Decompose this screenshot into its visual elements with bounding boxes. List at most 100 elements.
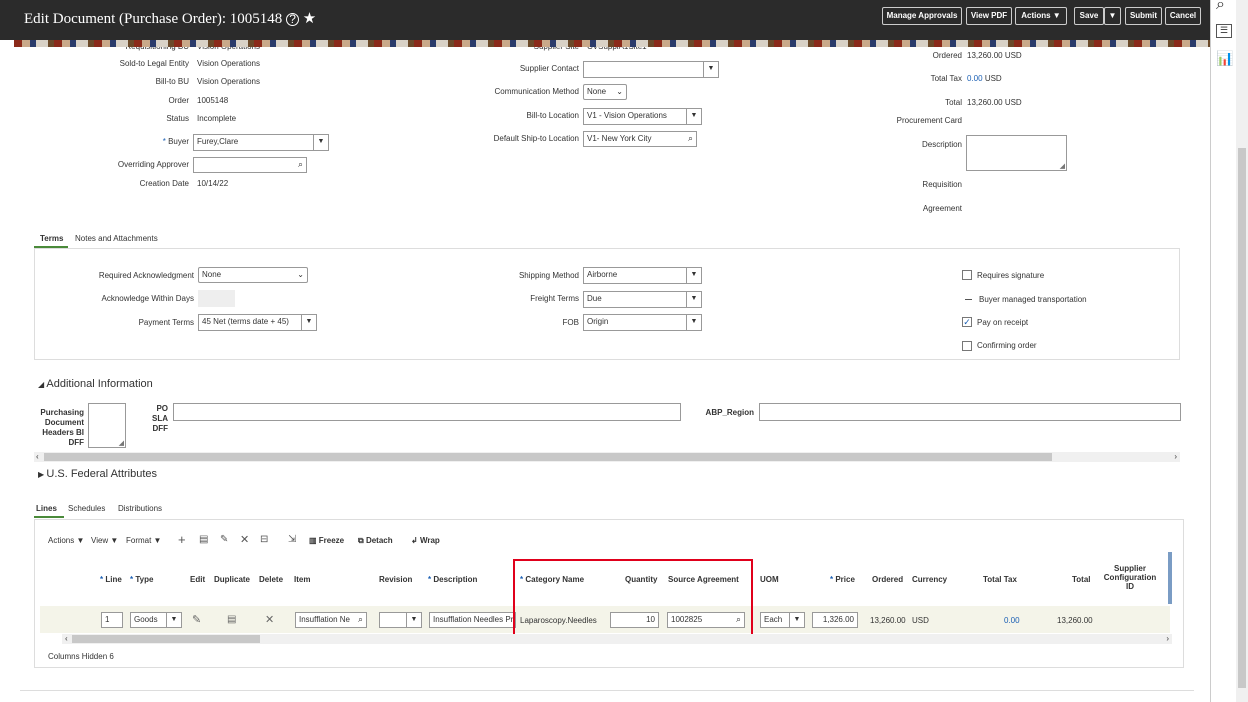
page-scrollbar[interactable] [1236, 0, 1248, 702]
payment-terms-input[interactable]: 45 Net (terms date + 45) ▼ [198, 314, 317, 331]
col-total[interactable]: Total [1072, 575, 1091, 584]
item-input[interactable]: Insufflation Ne ⌕ [295, 612, 367, 628]
chevron-down-icon[interactable]: ▼ [406, 613, 421, 627]
duplicate-icon[interactable]: ▤ [227, 614, 236, 625]
detach-button[interactable]: ⧉ Detach [358, 536, 393, 546]
abp-region-input[interactable] [759, 403, 1181, 421]
col-description[interactable]: * Description [428, 575, 477, 584]
scrollbar-thumb[interactable] [72, 635, 260, 643]
delete-x-icon[interactable]: ✕ [265, 613, 274, 626]
price-input[interactable]: 1,326.00 [812, 612, 858, 628]
scroll-right-icon[interactable]: › [1166, 634, 1169, 644]
tab-schedules[interactable]: Schedules [68, 504, 105, 513]
chevron-down-icon[interactable]: ▼ [313, 135, 328, 150]
col-line[interactable]: * Line [100, 575, 122, 584]
tab-lines[interactable]: Lines [36, 504, 57, 513]
search-icon[interactable]: ⌕ [688, 132, 693, 145]
uom-input[interactable]: Each ▼ [760, 612, 805, 628]
save-button[interactable]: Save [1074, 7, 1104, 25]
col-ordered[interactable]: Ordered [872, 575, 903, 584]
lines-actions-menu[interactable]: Actions ▼ [48, 536, 84, 545]
ack-days-input[interactable] [198, 290, 235, 307]
chevron-down-icon[interactable]: ▼ [703, 62, 718, 77]
manage-approvals-button[interactable]: Manage Approvals [882, 7, 962, 25]
table-horizontal-scrollbar[interactable]: ‹ › [62, 634, 1172, 644]
submit-button[interactable]: Submit [1125, 7, 1162, 25]
description-textarea[interactable]: ◢ [966, 135, 1067, 171]
tab-terms[interactable]: Terms [40, 234, 63, 243]
columns-icon[interactable]: ⊟ [260, 534, 268, 545]
wrap-button[interactable]: ↲ Wrap [411, 536, 440, 545]
export-icon[interactable]: ⇲ [288, 534, 296, 545]
chevron-down-icon[interactable]: ▼ [166, 613, 181, 627]
line-number-input[interactable]: 1 [101, 612, 123, 628]
save-dropdown-button[interactable]: ▼ [1104, 7, 1121, 25]
chevron-down-icon[interactable]: ▼ [686, 268, 701, 283]
supplier-contact-input[interactable]: ▼ [583, 61, 719, 78]
confirming-order-checkbox[interactable] [962, 341, 972, 351]
col-currency[interactable]: Currency [912, 575, 947, 584]
requires-signature-checkbox[interactable] [962, 270, 972, 280]
col-price[interactable]: * Price [830, 575, 855, 584]
total-tax-link[interactable]: 0.00 [967, 74, 983, 83]
revision-input[interactable]: ▼ [379, 612, 422, 628]
pay-on-receipt-checkbox[interactable]: ✓ [962, 317, 972, 327]
col-total-tax[interactable]: Total Tax [983, 575, 1017, 584]
horizontal-scrollbar[interactable]: ‹ › [34, 452, 1180, 462]
add-icon[interactable]: + [178, 532, 186, 547]
purch-doc-dff-textarea[interactable]: ◢ [88, 403, 126, 448]
chevron-down-icon[interactable]: ▼ [686, 109, 701, 124]
total-tax-link[interactable]: 0.00 [1004, 616, 1020, 625]
ack-select[interactable]: None ⌄ [198, 267, 308, 283]
help-icon[interactable]: ? [286, 13, 300, 26]
overriding-approver-input[interactable]: ⌕ [193, 157, 307, 173]
chevron-down-icon[interactable]: ▼ [301, 315, 316, 330]
buyer-input[interactable]: Furey,Clare ▼ [193, 134, 329, 151]
favorite-star-icon[interactable]: ★ [303, 11, 316, 27]
communication-method-select[interactable]: None ⌄ [583, 84, 627, 100]
description-input[interactable]: Insufflation Needles Pr [429, 612, 516, 628]
search-icon[interactable]: ⌕ [1216, 0, 1225, 14]
view-pdf-button[interactable]: View PDF [966, 7, 1012, 25]
col-uom[interactable]: UOM [760, 575, 779, 584]
col-type[interactable]: * Type [130, 575, 153, 584]
column-resize-handle[interactable] [1168, 552, 1172, 604]
col-supplier-config[interactable]: Supplier Configuration ID [1099, 564, 1161, 591]
chevron-down-icon[interactable]: ▼ [686, 292, 701, 307]
chevron-down-icon[interactable]: ▼ [686, 315, 701, 330]
delete-x-icon[interactable]: ✕ [240, 533, 249, 546]
resize-handle-icon[interactable]: ◢ [119, 439, 124, 447]
fob-input[interactable]: Origin ▼ [583, 314, 702, 331]
bill-to-location-input[interactable]: V1 - Vision Operations ▼ [583, 108, 702, 125]
po-sla-dff-input[interactable] [173, 403, 681, 421]
scrollbar-thumb[interactable] [1238, 148, 1246, 688]
default-ship-to-input[interactable]: V1- New York City ⌕ [583, 131, 697, 147]
scroll-right-icon[interactable]: › [1174, 452, 1177, 462]
document-icon[interactable]: ▤ [199, 534, 208, 545]
tab-notes-attachments[interactable]: Notes and Attachments [75, 234, 158, 243]
scroll-left-icon[interactable]: ‹ [36, 452, 39, 462]
search-icon[interactable]: ⌕ [358, 613, 363, 626]
federal-attributes-header[interactable]: ▶ U.S. Federal Attributes [38, 468, 157, 480]
col-item[interactable]: Item [294, 575, 310, 584]
scrollbar-thumb[interactable] [44, 453, 1052, 461]
col-revision[interactable]: Revision [379, 575, 412, 584]
lines-format-menu[interactable]: Format ▼ [126, 536, 161, 545]
actions-menu-button[interactable]: Actions ▼ [1015, 7, 1067, 25]
shipping-method-input[interactable]: Airborne ▼ [583, 267, 702, 284]
search-icon[interactable]: ⌕ [298, 158, 303, 171]
freight-terms-input[interactable]: Due ▼ [583, 291, 702, 308]
freeze-button[interactable]: ▥ Freeze [309, 536, 344, 545]
list-icon[interactable]: ☰ [1216, 24, 1232, 38]
chart-icon[interactable]: 📊 [1216, 50, 1233, 67]
edit-pencil-icon[interactable]: ✎ [192, 613, 201, 626]
scroll-left-icon[interactable]: ‹ [65, 634, 68, 644]
type-input[interactable]: Goods ▼ [130, 612, 182, 628]
additional-info-header[interactable]: ◢ Additional Information [38, 378, 153, 390]
pencil-icon[interactable]: ✎ [220, 534, 228, 545]
chevron-down-icon[interactable]: ▼ [789, 613, 804, 627]
lines-view-menu[interactable]: View ▼ [91, 536, 118, 545]
cancel-button[interactable]: Cancel [1165, 7, 1201, 25]
resize-handle-icon[interactable]: ◢ [1060, 162, 1065, 170]
tab-distributions[interactable]: Distributions [118, 504, 162, 513]
